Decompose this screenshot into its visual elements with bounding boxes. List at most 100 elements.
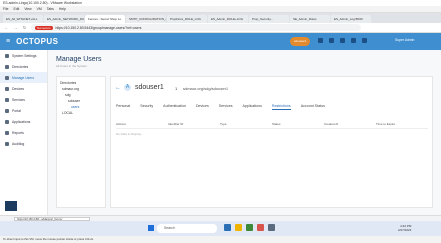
sidebar-item-devices[interactable]: Devices	[0, 83, 47, 94]
browser-tab[interactable]: ES_Admin_ROLE+LOG	[208, 15, 248, 23]
tab-services[interactable]: Services	[219, 104, 233, 110]
sidebar-item-applications[interactable]: Applications	[0, 116, 47, 127]
back-arrow-icon[interactable]: ←	[4, 25, 9, 30]
browser-tabstrip: ES_All_WITHNET+ALL ES_Admin_NETWORK_DOM.…	[0, 13, 441, 23]
user-detail-panel: ← A sdouser1 1 sdmaur.org/sdg/sdouser1 P…	[110, 76, 433, 208]
forward-arrow-icon[interactable]: →	[13, 25, 18, 30]
sidebar-item-directories[interactable]: Directories	[0, 61, 47, 72]
sidebar-item-portal[interactable]: Portal	[0, 105, 47, 116]
folder-icon	[5, 64, 9, 69]
reports-icon	[5, 130, 9, 135]
users-icon	[5, 75, 9, 80]
column-header[interactable]: Identifier ID	[168, 122, 220, 128]
sidebar-item-reports[interactable]: Reports	[0, 127, 47, 138]
vm-title-text: ES-admin-Lingo(10.150.2.80) - VMware Wor…	[3, 1, 82, 5]
windows-taskbar: Search 4:42 PM 2/27/2023	[0, 221, 441, 236]
notification-icon[interactable]	[318, 38, 323, 43]
app-logo: OCTOPUS	[16, 37, 59, 46]
url-text: https://10.150.2.80:5443/group/manage-us…	[55, 25, 142, 30]
chrome-icon[interactable]	[246, 224, 253, 231]
menu-help[interactable]: Help	[59, 7, 66, 11]
account-name[interactable]: Super Admin	[395, 38, 414, 42]
browser-tab[interactable]: ES_All_WITHNET+ALL	[3, 15, 43, 23]
menu-view[interactable]: View	[24, 7, 31, 11]
menu-tabs[interactable]: Tabs	[47, 7, 54, 11]
tray-date: 2/27/2023	[398, 228, 412, 232]
user-tabs: Personal Security Authentication Devices…	[116, 104, 325, 110]
tab-authentication[interactable]: Authentication	[163, 104, 186, 110]
vm-menu-bar: File Edit View VM Tabs Help	[0, 6, 441, 13]
help-icon[interactable]	[362, 38, 367, 43]
column-header[interactable]: Actions	[116, 122, 168, 128]
table-header: Actions Identifier ID Type Status Create…	[116, 122, 428, 129]
portal-icon	[5, 108, 9, 113]
reload-icon[interactable]: ↻	[22, 25, 27, 30]
main-content: Manage Users All Users in the System Dir…	[48, 50, 441, 215]
url-field[interactable]: Not secure https://10.150.2.80:5443/grou…	[31, 24, 361, 31]
page-subtitle: All Users in the System	[56, 64, 88, 68]
browser-tab-active[interactable]: Fences - Secret Shop Lo	[85, 15, 125, 23]
grid-icon[interactable]	[340, 38, 345, 43]
sidebar-item-system-settings[interactable]: System Settings	[0, 50, 47, 61]
sidebar-item-auditlog[interactable]: Auditlog	[0, 138, 47, 149]
sidebar: System Settings Directories Manage Users…	[0, 50, 48, 215]
tab-restrictions[interactable]: Restrictions	[271, 104, 291, 110]
company-logo	[5, 201, 17, 211]
nav-icon-group	[318, 38, 367, 43]
tab-personal[interactable]: Personal	[116, 104, 130, 110]
taskbar-search[interactable]: Search	[157, 224, 217, 233]
browser-tab[interactable]: SE_Admin_Roles	[290, 15, 330, 23]
app-icon[interactable]	[268, 224, 275, 231]
tree-node[interactable]: LOCAL	[60, 110, 102, 116]
browser-tab[interactable]: PropDocs_ROLE_LOG	[167, 15, 207, 23]
sidebar-item-label: Auditlog	[12, 141, 25, 146]
windows-start-icon[interactable]	[148, 225, 154, 231]
menu-vm[interactable]: VM	[37, 7, 42, 11]
back-button[interactable]: ←	[115, 85, 121, 91]
settings-icon	[5, 53, 9, 58]
column-header[interactable]: Time to Expire	[376, 122, 428, 128]
folder-icon[interactable]	[235, 224, 242, 231]
hamburger-menu-icon[interactable]: ≡	[6, 38, 10, 45]
monitor-icon[interactable]	[329, 38, 334, 43]
sidebar-item-services[interactable]: Services	[0, 94, 47, 105]
apps-icon	[5, 119, 9, 124]
avatar: A	[124, 84, 131, 91]
tab-security[interactable]: Security	[140, 104, 153, 110]
directory-tree: Directories sdmaur.org sdg sdouser users…	[56, 76, 106, 208]
tab-devices[interactable]: Devices	[196, 104, 209, 110]
tab-applications[interactable]: Applications	[243, 104, 262, 110]
app-top-nav: ≡ OCTOPUS sdouser1 Super Admin	[0, 33, 441, 84]
sidebar-item-label: Applications	[12, 119, 31, 124]
menu-file[interactable]: File	[3, 7, 8, 11]
empty-table-message: No Data to Display...	[116, 132, 144, 136]
taskbar-apps	[224, 224, 275, 231]
system-tray-clock[interactable]: 4:42 PM 2/27/2023	[398, 224, 411, 232]
settings-icon[interactable]	[351, 38, 356, 43]
column-header[interactable]: Type	[220, 122, 272, 128]
sidebar-item-label: Portal	[12, 108, 21, 113]
browser-tab[interactable]: ES_Admin_NETWORK_DOM...	[44, 15, 84, 23]
user-count: 1	[175, 86, 178, 91]
browser-tab[interactable]: Prop_Security...	[249, 15, 289, 23]
user-menu-pill[interactable]: sdouser1	[290, 37, 311, 46]
audit-icon	[5, 141, 9, 146]
browser-tab[interactable]: SMTP_CONFIGURATION_DOMAIN	[126, 15, 166, 23]
address-bar: ← → ↻ Not secure https://10.150.2.80:544…	[0, 23, 441, 33]
sidebar-item-label: Manage Users	[12, 75, 35, 80]
menu-edit[interactable]: Edit	[13, 7, 19, 11]
services-icon	[5, 97, 9, 102]
browser-tab[interactable]: ES_Admin_Log:BDW	[331, 15, 371, 23]
column-header[interactable]: Created At	[324, 122, 376, 128]
page-header: Manage Users All Users in the System	[56, 56, 102, 68]
sidebar-item-manage-users[interactable]: Manage Users	[0, 72, 47, 83]
page-title: Manage Users	[56, 56, 102, 63]
user-name: sdouser1	[135, 84, 164, 91]
tab-account-status[interactable]: Account Status	[301, 104, 325, 110]
file-explorer-icon[interactable]	[224, 224, 231, 231]
app-icon[interactable]	[257, 224, 264, 231]
sidebar-item-label: Services	[12, 97, 26, 102]
sidebar-item-label: System Settings	[12, 53, 37, 58]
column-header[interactable]: Status	[272, 122, 324, 128]
not-secure-badge[interactable]: Not secure	[35, 25, 53, 30]
